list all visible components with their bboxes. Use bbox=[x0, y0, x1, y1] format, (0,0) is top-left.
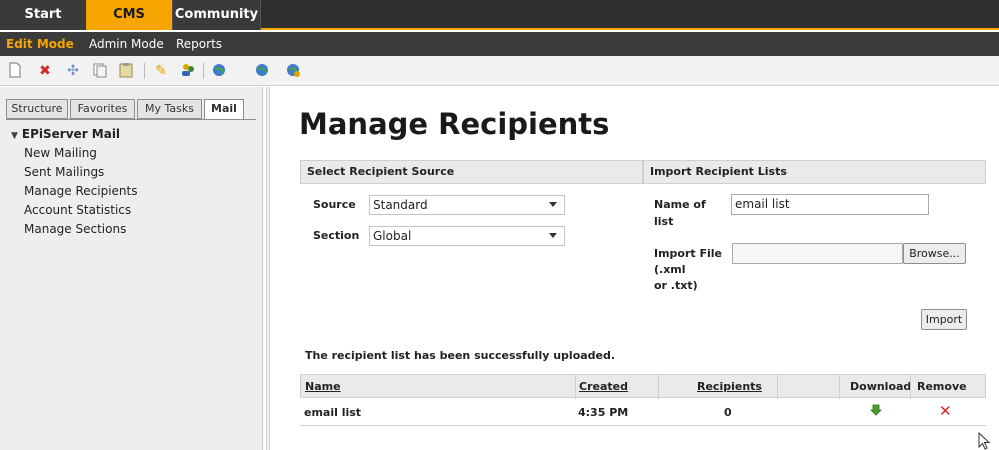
sidebar: Structure Favorites My Tasks Mail ▼ EPiSe… bbox=[0, 87, 263, 450]
toolbar: ✖ ✣ ✎ bbox=[0, 56, 999, 86]
import-lists-header: Import Recipient Lists bbox=[643, 160, 986, 184]
admin-mode-link[interactable]: Admin Mode bbox=[89, 32, 164, 56]
import-file-label: Import File (.xml or .txt) bbox=[654, 246, 722, 294]
column-remove: Remove bbox=[917, 380, 967, 393]
name-of-list-label: Name of list bbox=[654, 198, 706, 228]
column-divider bbox=[575, 375, 576, 399]
success-message: The recipient list has been successfully… bbox=[305, 349, 616, 362]
table-header: Name Created Recipients Download Remove bbox=[300, 374, 986, 399]
source-label: Source bbox=[313, 198, 356, 211]
chevron-down-icon bbox=[549, 202, 557, 207]
toolbar-separator bbox=[203, 63, 204, 79]
new-page-icon[interactable] bbox=[6, 62, 24, 80]
tab-my-tasks[interactable]: My Tasks bbox=[137, 99, 202, 119]
section-select-value: Global bbox=[373, 229, 412, 243]
globe-back-icon[interactable] bbox=[253, 62, 271, 80]
toolbar-separator bbox=[144, 63, 145, 79]
row-recipients: 0 bbox=[724, 406, 732, 419]
paste-icon[interactable] bbox=[117, 62, 135, 80]
sidebar-item-account-statistics[interactable]: Account Statistics bbox=[24, 203, 131, 217]
globe-refresh-icon[interactable] bbox=[284, 62, 302, 80]
tree-root-episerver-mail[interactable]: ▼ EPiServer Mail bbox=[11, 127, 120, 141]
tab-favorites[interactable]: Favorites bbox=[70, 99, 135, 119]
table-row: email list 4:35 PM 0 ✕ bbox=[300, 398, 986, 426]
file-label-line-3: or .txt) bbox=[654, 279, 698, 292]
page-title: Manage Recipients bbox=[299, 107, 610, 141]
download-icon[interactable] bbox=[869, 403, 883, 421]
remove-icon[interactable]: ✕ bbox=[939, 402, 952, 420]
edit-mode-link[interactable]: Edit Mode bbox=[6, 32, 74, 56]
browse-button[interactable]: Browse... bbox=[903, 243, 966, 264]
sidebar-item-sent-mailings[interactable]: Sent Mailings bbox=[24, 165, 104, 179]
tab-cms[interactable]: CMS bbox=[86, 0, 172, 30]
edit-icon[interactable]: ✎ bbox=[152, 62, 170, 80]
tab-community[interactable]: Community bbox=[172, 0, 261, 30]
source-select-value: Standard bbox=[373, 198, 428, 212]
column-recipients[interactable]: Recipients bbox=[697, 380, 762, 393]
file-label-line-2: (.xml bbox=[654, 263, 686, 276]
row-created: 4:35 PM bbox=[578, 406, 629, 419]
tab-mail[interactable]: Mail bbox=[204, 99, 244, 120]
column-created[interactable]: Created bbox=[579, 380, 628, 393]
users-icon[interactable] bbox=[179, 62, 197, 80]
expand-arrow-icon[interactable]: ▼ bbox=[11, 131, 18, 141]
name-label-line-1: Name of bbox=[654, 198, 706, 211]
sidebar-item-manage-recipients[interactable]: Manage Recipients bbox=[24, 184, 138, 198]
import-button[interactable]: Import bbox=[921, 309, 967, 330]
sidebar-item-manage-sections[interactable]: Manage Sections bbox=[24, 222, 126, 236]
sidebar-item-new-mailing[interactable]: New Mailing bbox=[24, 146, 97, 160]
column-download: Download bbox=[850, 380, 912, 393]
delete-icon[interactable]: ✖ bbox=[36, 62, 54, 80]
tab-structure[interactable]: Structure bbox=[6, 99, 68, 119]
tab-divider bbox=[6, 119, 256, 120]
section-label: Section bbox=[313, 229, 360, 242]
copy-icon[interactable] bbox=[91, 62, 109, 80]
mode-bar: Edit Mode Admin Mode Reports bbox=[0, 32, 999, 56]
import-file-input[interactable] bbox=[732, 243, 903, 264]
globe-icon[interactable] bbox=[210, 62, 228, 80]
move-icon[interactable]: ✣ bbox=[64, 62, 82, 80]
source-select[interactable]: Standard bbox=[369, 195, 565, 215]
column-divider bbox=[839, 375, 840, 399]
section-select[interactable]: Global bbox=[369, 226, 565, 246]
column-divider bbox=[658, 375, 659, 399]
main-content: Manage Recipients Select Recipient Sourc… bbox=[271, 87, 999, 450]
tab-start[interactable]: Start bbox=[0, 0, 86, 30]
chevron-down-icon bbox=[549, 233, 557, 238]
sidebar-splitter[interactable] bbox=[266, 87, 270, 450]
reports-link[interactable]: Reports bbox=[176, 32, 222, 56]
column-divider bbox=[910, 375, 911, 399]
column-name[interactable]: Name bbox=[305, 380, 341, 393]
tree-root-label: EPiServer Mail bbox=[21, 127, 121, 141]
select-source-header: Select Recipient Source bbox=[300, 160, 643, 184]
list-name-input[interactable]: email list bbox=[731, 194, 929, 215]
file-label-line-1: Import File bbox=[654, 247, 723, 260]
name-label-line-2: list bbox=[654, 215, 674, 228]
top-navigation: Start CMS Community bbox=[0, 0, 999, 30]
column-divider bbox=[777, 375, 778, 399]
row-name: email list bbox=[304, 406, 362, 419]
